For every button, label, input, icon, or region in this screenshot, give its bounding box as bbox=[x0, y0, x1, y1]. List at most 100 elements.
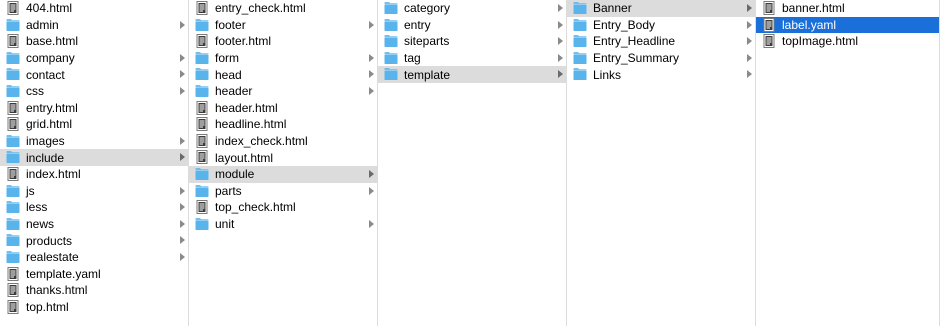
item-label: Entry_Headline bbox=[593, 34, 676, 49]
folder-item-tag[interactable]: tag bbox=[378, 50, 566, 67]
chevron-right-icon bbox=[180, 86, 185, 95]
folder-item-entry-body[interactable]: Entry_Body bbox=[567, 17, 755, 34]
folder-item-contact[interactable]: contact bbox=[0, 66, 188, 83]
chevron-right-icon bbox=[180, 203, 185, 212]
item-label: header.html bbox=[215, 100, 278, 115]
folder-item-template[interactable]: template bbox=[378, 66, 566, 83]
folder-item-entry[interactable]: entry bbox=[378, 17, 566, 34]
file-item-entry-check-html[interactable]: entry_check.html bbox=[189, 0, 377, 17]
folder-item-realestate[interactable]: realestate bbox=[0, 249, 188, 266]
item-label: parts bbox=[215, 183, 242, 198]
document-icon bbox=[6, 117, 20, 132]
folder-item-category[interactable]: category bbox=[378, 0, 566, 17]
item-label: base.html bbox=[26, 34, 79, 49]
chevron-right-icon bbox=[180, 186, 185, 195]
file-item-index-check-html[interactable]: index_check.html bbox=[189, 133, 377, 150]
document-icon bbox=[195, 100, 209, 115]
file-item-404-html[interactable]: 404.html bbox=[0, 0, 188, 17]
document-icon bbox=[762, 17, 776, 32]
item-label: contact bbox=[26, 67, 65, 82]
file-item-top-html[interactable]: top.html bbox=[0, 299, 188, 316]
item-label: banner.html bbox=[782, 1, 845, 16]
file-item-headline-html[interactable]: headline.html bbox=[189, 116, 377, 133]
folder-icon bbox=[6, 18, 20, 32]
chevron-right-icon bbox=[558, 37, 563, 46]
item-label: less bbox=[26, 200, 48, 215]
folder-item-css[interactable]: css bbox=[0, 83, 188, 100]
item-label: header bbox=[215, 84, 253, 99]
chevron-right-icon bbox=[369, 186, 374, 195]
file-item-topimage-html[interactable]: topImage.html bbox=[756, 33, 939, 50]
file-item-grid-html[interactable]: grid.html bbox=[0, 116, 188, 133]
folder-icon bbox=[384, 18, 398, 32]
folder-icon bbox=[195, 51, 209, 65]
chevron-right-icon bbox=[180, 219, 185, 228]
chevron-right-icon bbox=[558, 70, 563, 79]
folder-item-module[interactable]: module bbox=[189, 165, 377, 183]
file-item-layout-html[interactable]: layout.html bbox=[189, 149, 377, 166]
file-item-entry-html[interactable]: entry.html bbox=[0, 100, 188, 117]
folder-item-siteparts[interactable]: siteparts bbox=[378, 33, 566, 50]
file-item-banner-html[interactable]: banner.html bbox=[756, 0, 939, 17]
folder-icon bbox=[195, 217, 209, 231]
folder-item-parts[interactable]: parts bbox=[189, 183, 377, 200]
file-item-header-html[interactable]: header.html bbox=[189, 100, 377, 117]
folder-icon bbox=[195, 167, 209, 181]
file-item-index-html[interactable]: index.html bbox=[0, 166, 188, 183]
column-root[interactable]: 404.html admin base.html company contact css e… bbox=[0, 0, 189, 326]
folder-item-company[interactable]: company bbox=[0, 50, 188, 67]
item-label: realestate bbox=[26, 250, 79, 265]
folder-item-entry-summary[interactable]: Entry_Summary bbox=[567, 50, 755, 67]
folder-item-images[interactable]: images bbox=[0, 133, 188, 150]
chevron-right-icon bbox=[747, 37, 752, 46]
item-label: form bbox=[215, 51, 239, 66]
item-label: template bbox=[404, 67, 451, 82]
chevron-right-icon bbox=[558, 4, 563, 12]
document-icon bbox=[6, 34, 20, 49]
folder-item-news[interactable]: news bbox=[0, 216, 188, 233]
document-icon bbox=[195, 150, 209, 165]
file-item-base-html[interactable]: base.html bbox=[0, 33, 188, 50]
item-label: Banner bbox=[593, 1, 632, 16]
chevron-right-icon bbox=[558, 20, 563, 29]
folder-icon bbox=[573, 51, 587, 65]
folder-item-products[interactable]: products bbox=[0, 232, 188, 249]
folder-item-banner[interactable]: Banner bbox=[567, 0, 755, 17]
folder-item-entry-headline[interactable]: Entry_Headline bbox=[567, 33, 755, 50]
file-item-template-yaml[interactable]: template.yaml bbox=[0, 266, 188, 283]
item-label: Entry_Summary bbox=[593, 51, 680, 66]
folder-item-admin[interactable]: admin bbox=[0, 17, 188, 34]
item-label: Links bbox=[593, 67, 622, 82]
folder-item-unit[interactable]: unit bbox=[189, 216, 377, 233]
file-item-label-yaml[interactable]: label.yaml bbox=[756, 16, 939, 34]
column-module[interactable]: category entry siteparts tag template bbox=[378, 0, 567, 326]
folder-icon bbox=[195, 84, 209, 98]
item-label: images bbox=[26, 134, 65, 149]
folder-item-footer[interactable]: footer bbox=[189, 17, 377, 34]
item-label: thanks.html bbox=[26, 283, 88, 298]
item-label: entry bbox=[404, 17, 431, 32]
item-label: layout.html bbox=[215, 150, 274, 165]
folder-icon bbox=[6, 217, 20, 231]
item-label: Entry_Body bbox=[593, 17, 656, 32]
folder-item-links[interactable]: Links bbox=[567, 66, 755, 83]
column-template[interactable]: Banner Entry_Body Entry_Headline Entry_Summ… bbox=[567, 0, 756, 326]
file-item-thanks-html[interactable]: thanks.html bbox=[0, 282, 188, 299]
folder-icon bbox=[6, 184, 20, 198]
folder-item-less[interactable]: less bbox=[0, 199, 188, 216]
column-banner[interactable]: banner.html label.yaml topImage.html bbox=[756, 0, 940, 326]
folder-icon bbox=[6, 250, 20, 264]
folder-icon bbox=[6, 51, 20, 65]
folder-item-include[interactable]: include bbox=[0, 149, 188, 166]
folder-item-form[interactable]: form bbox=[189, 50, 377, 67]
document-icon bbox=[195, 1, 209, 15]
chevron-right-icon bbox=[369, 53, 374, 62]
folder-item-head[interactable]: head bbox=[189, 66, 377, 83]
document-icon bbox=[195, 117, 209, 132]
folder-item-js[interactable]: js bbox=[0, 183, 188, 200]
file-item-footer-html[interactable]: footer.html bbox=[189, 33, 377, 50]
file-item-top-check-html[interactable]: top_check.html bbox=[189, 199, 377, 216]
column-include[interactable]: entry_check.html footer footer.html form hea… bbox=[189, 0, 378, 326]
folder-icon bbox=[195, 184, 209, 198]
folder-item-header[interactable]: header bbox=[189, 83, 377, 100]
